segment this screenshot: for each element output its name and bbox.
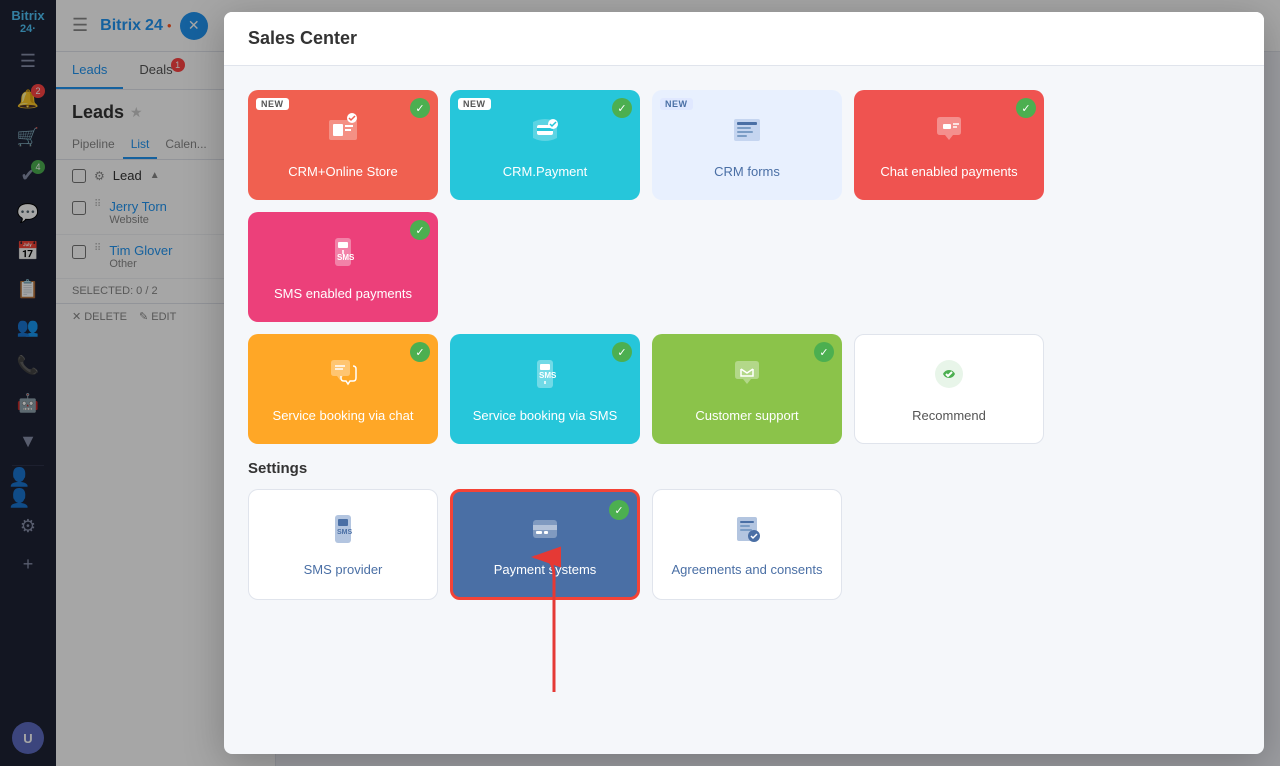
card-icon — [931, 356, 967, 400]
card-label: CRM forms — [714, 164, 780, 179]
card-service-booking-chat[interactable]: ✓ Service booking via chat — [248, 334, 438, 444]
card-label: SMS enabled payments — [274, 286, 412, 301]
check-icon: ✓ — [612, 98, 632, 118]
modal-title: Sales Center — [248, 28, 357, 49]
card-sms-enabled-payments[interactable]: ✓ SMS SMS enabled payments — [248, 212, 438, 322]
new-badge: NEW — [256, 98, 289, 110]
check-icon: ✓ — [1016, 98, 1036, 118]
check-icon: ✓ — [410, 98, 430, 118]
agreements-icon — [730, 512, 764, 554]
card-icon: SMS — [527, 356, 563, 400]
svg-text:SMS: SMS — [337, 529, 353, 536]
card-chat-enabled-payments[interactable]: ✓ Chat enabled payments — [854, 90, 1044, 200]
card-icon — [931, 112, 967, 156]
setting-card-agreements[interactable]: Agreements and consents — [652, 489, 842, 600]
card-label: Chat enabled payments — [880, 164, 1017, 179]
payment-systems-icon — [528, 512, 562, 554]
modal-body: NEW ✓ CRM+Online Store NEW ✓ — [224, 66, 1264, 748]
new-badge: NEW — [660, 98, 693, 110]
setting-label: SMS provider — [304, 562, 383, 577]
card-icon: SMS — [325, 234, 361, 278]
setting-card-sms-provider[interactable]: SMS SMS provider — [248, 489, 438, 600]
card-crm-online-store[interactable]: NEW ✓ CRM+Online Store — [248, 90, 438, 200]
sales-center-modal: Sales Center NEW ✓ CRM+Onlin — [224, 12, 1264, 754]
cards-row-1: NEW ✓ CRM+Online Store NEW ✓ — [248, 90, 1240, 322]
check-icon: ✓ — [814, 342, 834, 362]
card-icon — [325, 112, 361, 156]
check-icon: ✓ — [612, 342, 632, 362]
setting-label: Payment systems — [494, 562, 597, 577]
card-label: CRM.Payment — [503, 164, 588, 179]
setting-card-payment-systems[interactable]: ✓ Payment systems — [450, 489, 640, 600]
card-icon — [729, 112, 765, 156]
modal-header: Sales Center — [224, 12, 1264, 66]
svg-text:SMS: SMS — [539, 371, 557, 380]
check-icon: ✓ — [410, 342, 430, 362]
card-crm-payment[interactable]: NEW ✓ CRM.Payment — [450, 90, 640, 200]
card-icon — [527, 112, 563, 156]
card-icon — [325, 356, 361, 400]
card-customer-support[interactable]: ✓ Customer support — [652, 334, 842, 444]
card-icon — [729, 356, 765, 400]
check-icon: ✓ — [410, 220, 430, 240]
new-badge: NEW — [458, 98, 491, 110]
settings-section-title: Settings — [248, 460, 1240, 477]
settings-cards-row: SMS SMS provider ✓ Payment systems — [248, 489, 1240, 600]
card-service-booking-sms[interactable]: ✓ SMS Service booking via SMS — [450, 334, 640, 444]
sms-provider-icon: SMS — [326, 512, 360, 554]
card-recommend[interactable]: Recommend — [854, 334, 1044, 444]
card-label: Customer support — [695, 408, 798, 423]
cards-row-2: ✓ Service booking via chat ✓ — [248, 334, 1240, 444]
svg-text:SMS: SMS — [337, 253, 355, 262]
card-label: Service booking via chat — [273, 408, 414, 423]
card-label: Recommend — [912, 408, 986, 423]
card-label: CRM+Online Store — [288, 164, 397, 179]
setting-label: Agreements and consents — [671, 562, 822, 577]
card-crm-forms[interactable]: NEW CRM forms — [652, 90, 842, 200]
card-label: Service booking via SMS — [473, 408, 618, 423]
check-icon: ✓ — [609, 500, 629, 520]
